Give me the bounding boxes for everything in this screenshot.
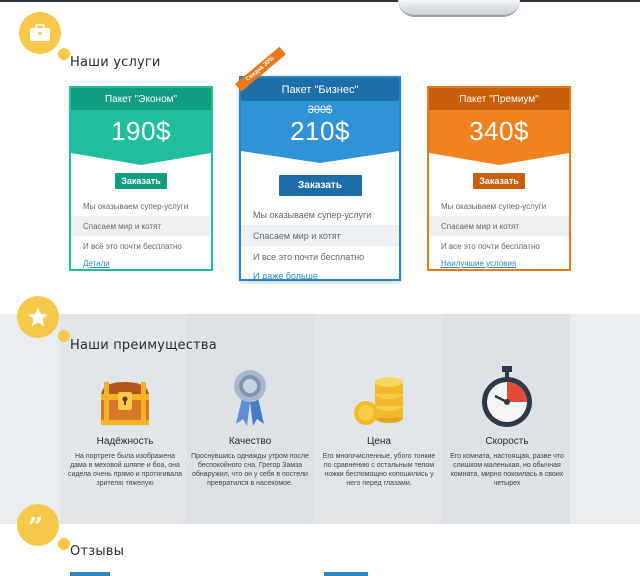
reviews-title: Отзывы bbox=[70, 544, 125, 559]
header-decoration bbox=[398, 0, 520, 17]
price-area: 190$ bbox=[71, 110, 211, 153]
price: 190$ bbox=[111, 116, 171, 146]
advantage-name: Надёжность bbox=[96, 436, 154, 447]
feature-item: Спасаем мир и котят bbox=[429, 216, 569, 236]
advantage-name: Скорость bbox=[485, 436, 529, 447]
svg-text:”: ” bbox=[28, 516, 43, 534]
advantage-item: Качество Проснувшись однажды утром после… bbox=[187, 366, 313, 488]
award-ribbon-icon bbox=[234, 370, 266, 426]
advantage-item: Цена Его многочисленные, убого тонкие по… bbox=[316, 366, 442, 488]
feature-item: Мы оказываем супер-услуги bbox=[441, 201, 547, 211]
top-border bbox=[0, 0, 640, 2]
order-button[interactable]: Заказать bbox=[278, 175, 362, 196]
advantage-name: Цена bbox=[366, 436, 392, 447]
pricing-card-econom: Пакет "Эконом" 190$ Заказать Мы оказывае… bbox=[69, 86, 213, 271]
quote-icon: ” bbox=[28, 516, 43, 534]
star-icon bbox=[28, 307, 48, 327]
advantage-name: Качество bbox=[228, 436, 272, 447]
feature-item: Мы оказываем супер-услуги bbox=[253, 209, 372, 220]
feature-item: И всё это почти бесплатно bbox=[83, 241, 182, 251]
advantage-description: Проснувшись однажды утром после беспокой… bbox=[191, 453, 309, 487]
quote-badge: ” bbox=[17, 504, 59, 546]
old-price: 300$ bbox=[307, 104, 333, 116]
advantage-description: Его комната, настоящая, разве что слишко… bbox=[450, 453, 564, 487]
badge-dot bbox=[58, 330, 70, 342]
services-title: Наши услуги bbox=[70, 55, 161, 70]
pricing-card-business: Пакет "Бизнес" 300$ 210$ Заказать Мы ока… bbox=[235, 46, 401, 281]
treasure-chest-icon bbox=[101, 382, 149, 425]
package-name: Пакет "Эконом" bbox=[71, 88, 211, 110]
review-avatar bbox=[324, 572, 368, 576]
price-area: 340$ bbox=[429, 110, 569, 153]
stopwatch-icon bbox=[482, 366, 532, 427]
price-area: 300$ 210$ bbox=[241, 101, 399, 151]
advantages-title: Наши преимущества bbox=[70, 338, 217, 353]
star-badge bbox=[17, 296, 59, 338]
feature-item: И все это почти бесплатно bbox=[253, 251, 365, 262]
briefcase-icon bbox=[30, 24, 50, 41]
more-link[interactable]: И даже больше bbox=[241, 271, 399, 281]
badge-dot bbox=[58, 48, 70, 60]
best-conditions-link[interactable]: Наилучшие условия bbox=[429, 259, 569, 268]
feature-item: Спасаем мир и котят bbox=[71, 216, 211, 236]
review-avatar bbox=[70, 572, 110, 576]
details-link[interactable]: Детали bbox=[71, 259, 211, 268]
price: 340$ bbox=[469, 116, 529, 146]
advantage-description: На портрете была изображена дама в мехов… bbox=[67, 453, 183, 487]
advantage-item: Скорость Его комната, настоящая, разве ч… bbox=[444, 366, 570, 488]
briefcase-badge bbox=[19, 12, 61, 54]
coins-icon bbox=[354, 377, 403, 425]
price: 210$ bbox=[290, 116, 350, 146]
pricing-card-premium: Пакет "Премиум" 340$ Заказать Мы оказыва… bbox=[427, 86, 571, 271]
badge-dot bbox=[58, 538, 70, 550]
package-name: Пакет "Бизнес" bbox=[241, 78, 399, 101]
feature-item: Мы оказываем супер-услуги bbox=[83, 201, 189, 211]
advantage-item: Надёжность На портрете была изображена д… bbox=[62, 366, 188, 488]
feature-item: И все это почти бесплатно bbox=[441, 241, 540, 251]
advantage-description: Его многочисленные, убого тонкие по срав… bbox=[322, 453, 436, 487]
feature-item: Спасаем мир и котят bbox=[241, 225, 399, 246]
order-button[interactable]: Заказать bbox=[473, 173, 525, 189]
order-button[interactable]: Заказать bbox=[115, 173, 167, 189]
package-name: Пакет "Премиум" bbox=[429, 88, 569, 110]
